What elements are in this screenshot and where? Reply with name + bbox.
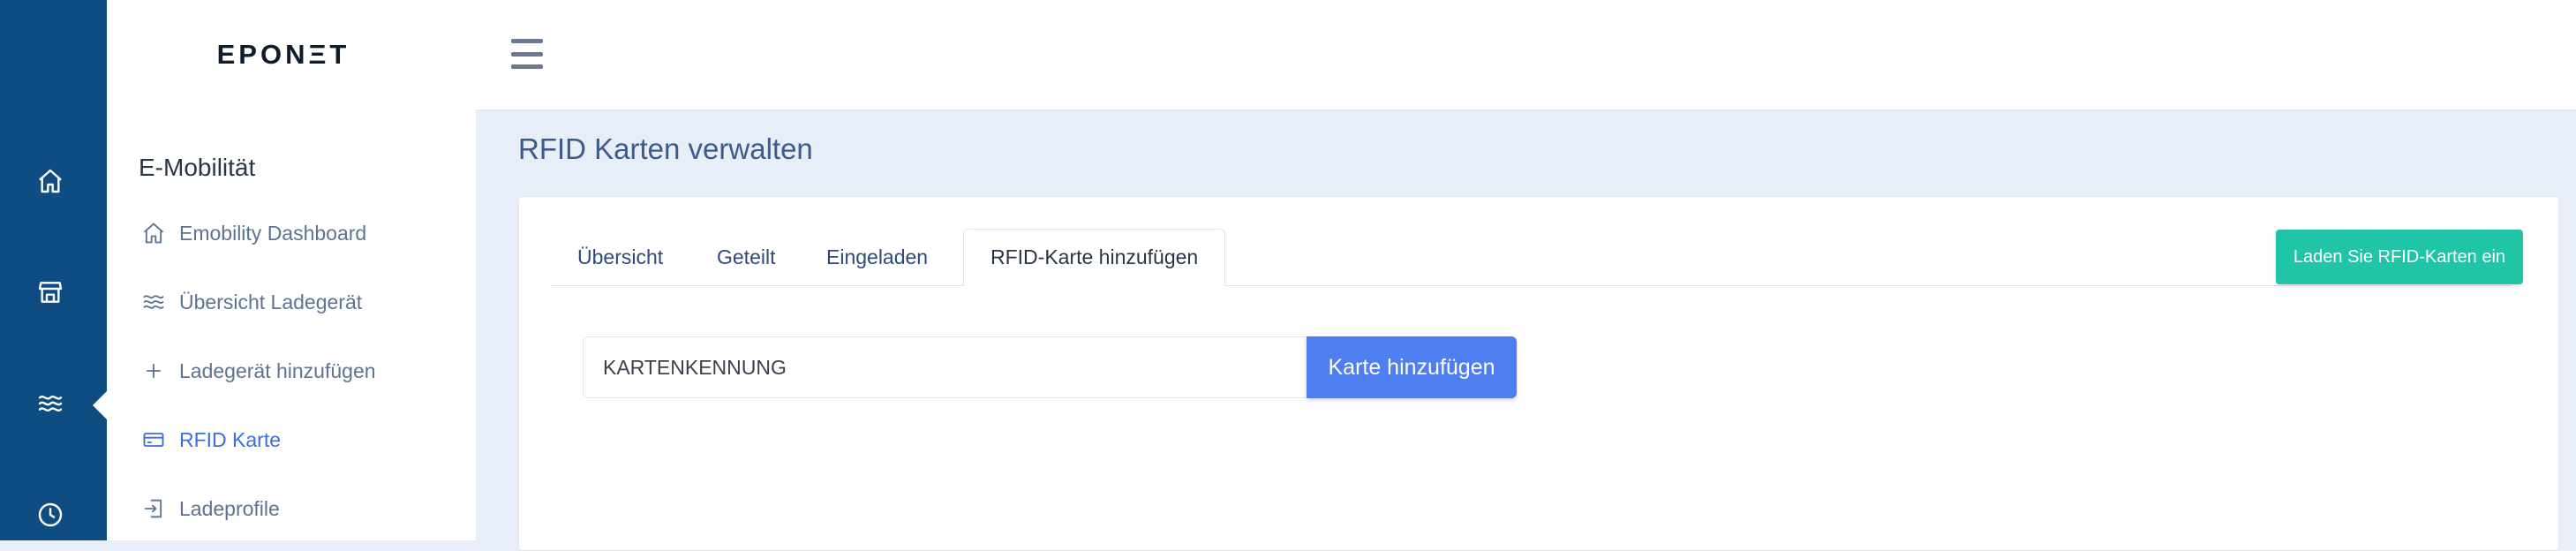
secondary-sidebar: E-Mobilität Emobility Dashboard Übersich… [107,109,476,540]
add-card-button[interactable]: Karte hinzufügen [1307,336,1517,398]
sidebar-item-ladegeraet-hinzufuegen[interactable]: Ladegerät hinzufügen [139,353,376,389]
login-icon [139,494,169,524]
waves-icon[interactable] [34,387,67,420]
sidebar-item-uebersicht-ladegeraet[interactable]: Übersicht Ladegerät [139,284,362,320]
plus-icon [139,356,169,386]
logo-area: EPONΞT [107,0,478,109]
home-icon[interactable] [34,164,67,198]
home-icon [139,218,169,248]
main-card: Übersicht Geteilt Eingeladen RFID-Karte … [518,196,2559,551]
tab-geteilt[interactable]: Geteilt [690,229,802,285]
sidebar-item-label: RFID Karte [179,427,282,451]
sidebar-item-label: Emobility Dashboard [179,221,367,245]
sidebar-item-label: Ladeprofile [179,496,280,520]
tab-bar: Übersicht Geteilt Eingeladen RFID-Karte … [551,229,2511,286]
active-indicator [93,391,107,419]
brand-logo[interactable]: EPONΞT [217,39,350,71]
menu-toggle-icon[interactable] [511,39,543,69]
page-title: RFID Karten verwalten [518,132,813,165]
card-id-field[interactable] [583,336,1308,398]
store-icon[interactable] [34,276,67,309]
sidebar-item-label: Ladegerät hinzufügen [179,359,376,382]
tab-uebersicht[interactable]: Übersicht [551,229,689,285]
sidebar-item-ladeprofile[interactable]: Ladeprofile [139,491,280,526]
icon-rail [0,0,107,540]
sidebar-item-emobility-dashboard[interactable]: Emobility Dashboard [139,215,366,251]
tab-rfid-karte-hinzufuegen[interactable]: RFID-Karte hinzufügen [963,229,1226,286]
sidebar-item-label: Übersicht Ladegerät [179,290,363,313]
waves-icon [139,287,169,317]
card-id-input[interactable] [584,337,1307,397]
top-header: EPONΞT [107,0,2576,110]
load-rfid-cards-button[interactable]: Laden Sie RFID-Karten ein [2276,230,2523,284]
sidebar-item-rfid-karte[interactable]: RFID Karte [139,422,281,457]
tab-eingeladen[interactable]: Eingeladen [800,229,954,285]
sidebar-title: E-Mobilität [139,154,256,181]
card-icon [139,425,169,455]
clock-icon[interactable] [34,498,67,532]
